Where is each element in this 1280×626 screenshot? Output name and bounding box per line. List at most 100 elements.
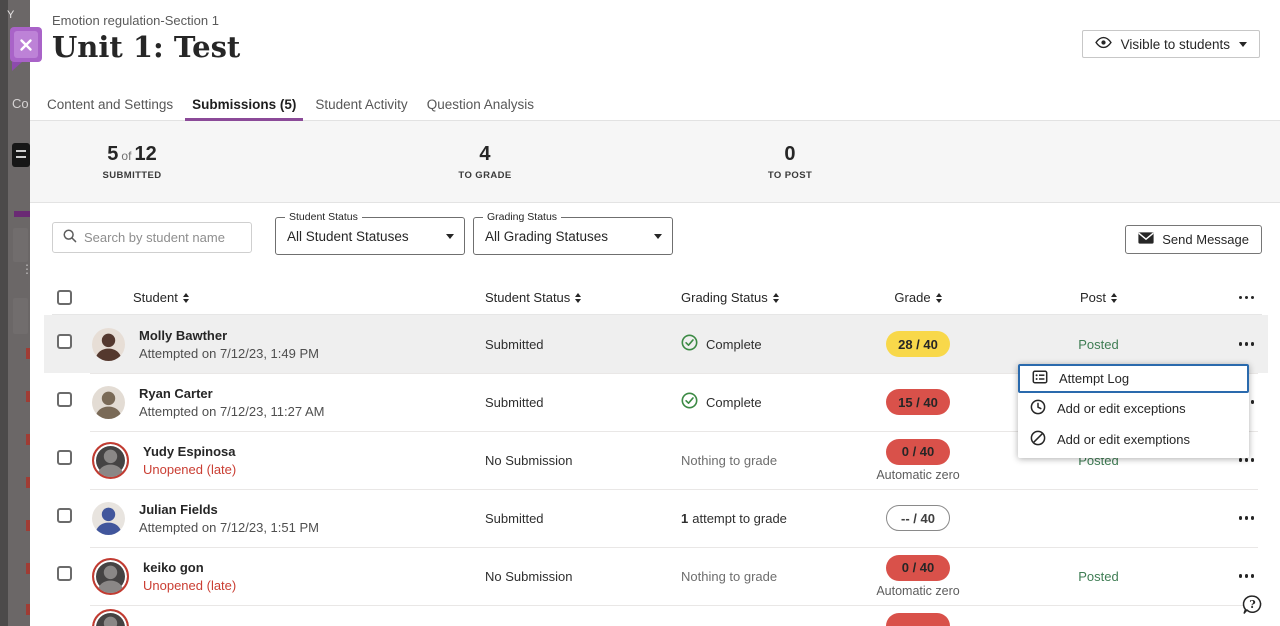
row-checkbox[interactable] [57,566,72,581]
tab-student-activity[interactable]: Student Activity [308,90,414,120]
chevron-down-icon [1239,42,1247,47]
menu-item-label: Add or edit exemptions [1057,432,1190,447]
automatic-zero-note: Automatic zero [876,468,959,482]
student-name: Molly Bawther [139,328,319,343]
row-options-button[interactable] [1237,568,1257,584]
student-status: Submitted [485,395,681,410]
column-header-student[interactable]: Student [92,290,485,305]
row-checkbox[interactable] [57,508,72,523]
grade-pill[interactable]: 0 / 40 [886,439,950,465]
tab-submissions[interactable]: Submissions (5) [185,90,303,120]
send-message-button[interactable]: Send Message [1125,225,1262,254]
eye-icon [1095,36,1112,52]
grading-status: attempt to grade [692,511,787,526]
assessment-panel: Emotion regulation-Section 1 Unit 1: Tes… [30,0,1280,626]
column-header-student-status[interactable]: Student Status [485,290,681,305]
menu-item-attempt-log[interactable]: Attempt Log [1018,364,1249,393]
menu-item-label: Add or edit exceptions [1057,401,1186,416]
send-message-label: Send Message [1162,232,1249,247]
background-text-fragment: Y [7,9,14,21]
avatar [92,386,125,419]
avatar [92,502,125,535]
column-header-grade[interactable]: Grade [861,290,975,305]
help-button[interactable]: ? [1241,593,1264,619]
submitted-count: 5 [107,143,118,165]
attempt-info: Attempted on 7/12/23, 11:27 AM [139,404,325,419]
grading-status: Nothing to grade [681,569,777,584]
avatar [92,328,125,361]
clock-icon [1030,399,1046,418]
background-tab-fragment: Co [12,96,29,111]
row-checkbox[interactable] [57,450,72,465]
svg-text:?: ? [1249,598,1255,611]
attempt-info: Unopened (late) [143,462,236,477]
select-all-checkbox[interactable] [57,290,72,305]
attempts-count: 1 [681,511,688,526]
grade-pill[interactable]: 28 / 40 [886,331,950,357]
submitted-label: SUBMITTED [102,170,161,181]
complete-check-icon [681,334,698,354]
grade-pill[interactable] [886,613,950,626]
column-header-grading-status[interactable]: Grading Status [681,290,861,305]
close-panel-button[interactable] [10,27,42,62]
row-context-menu: Attempt Log Add or edit exceptions Add o… [1018,364,1249,458]
stat-submitted: 5of12 SUBMITTED [102,143,161,181]
tab-bar: Content and Settings Submissions (5) Stu… [30,90,1280,121]
grade-pill[interactable]: -- / 40 [886,505,950,531]
stats-band: 5of12 SUBMITTED 4 TO GRADE 0 TO POST [30,121,1280,203]
tab-content-and-settings[interactable]: Content and Settings [40,90,180,120]
student-name: Ryan Carter [139,386,325,401]
student-status: Submitted [485,337,681,352]
menu-item-add-exemptions[interactable]: Add or edit exemptions [1018,424,1249,455]
row-checkbox[interactable] [57,392,72,407]
visibility-dropdown-button[interactable]: Visible to students [1082,30,1260,58]
grade-pill[interactable]: 15 / 40 [886,389,950,415]
background-cell-fragment [13,228,28,262]
to-grade-count: 4 [458,143,511,166]
avatar-placeholder [92,609,129,626]
to-post-label: TO POST [768,170,812,181]
student-search[interactable] [52,222,252,253]
table-row[interactable]: Julian Fields Attempted on 7/12/23, 1:51… [44,489,1268,547]
page-title: Unit 1: Test [52,30,240,64]
to-grade-label: TO GRADE [458,170,511,181]
student-name: keiko gon [143,560,236,575]
row-options-button[interactable] [1237,510,1257,526]
student-name: Julian Fields [139,502,319,517]
row-options-button[interactable] [1237,336,1257,352]
grading-status-select[interactable]: Grading Status All Grading Statuses [473,217,673,255]
attempt-info: Unopened (late) [143,578,236,593]
student-name: Yudy Espinosa [143,444,236,459]
envelope-icon [1138,232,1154,247]
search-input[interactable] [84,230,242,245]
grading-status: Complete [706,395,762,410]
grading-status: Nothing to grade [681,453,777,468]
search-icon [62,228,77,248]
menu-item-add-exceptions[interactable]: Add or edit exceptions [1018,393,1249,424]
grade-pill[interactable]: 0 / 40 [886,555,950,581]
avatar-placeholder [92,558,129,595]
student-status: Submitted [485,511,681,526]
complete-check-icon [681,392,698,412]
table-options-button[interactable] [1237,290,1257,306]
attempt-log-icon [1032,369,1048,388]
student-status-select[interactable]: Student Status All Student Statuses [275,217,465,255]
submitted-total: 12 [134,143,156,165]
tab-question-analysis[interactable]: Question Analysis [420,90,541,120]
background-gradebook-icon [12,143,30,167]
chevron-down-icon [446,234,454,239]
automatic-zero-note: Automatic zero [876,584,959,598]
sort-icon [1111,293,1117,303]
prohibit-icon [1030,430,1046,449]
breadcrumb[interactable]: Emotion regulation-Section 1 [52,13,219,28]
sort-icon [936,293,942,303]
table-row[interactable]: keiko gon Unopened (late) No Submission … [44,547,1268,605]
sort-icon [773,293,779,303]
attempt-info: Attempted on 7/12/23, 1:51 PM [139,520,319,535]
grading-status-select-value: All Grading Statuses [485,229,608,244]
row-checkbox[interactable] [57,334,72,349]
close-icon [14,31,38,58]
sort-icon [575,293,581,303]
table-row[interactable] [44,605,1268,622]
column-header-post[interactable]: Post [975,290,1222,305]
